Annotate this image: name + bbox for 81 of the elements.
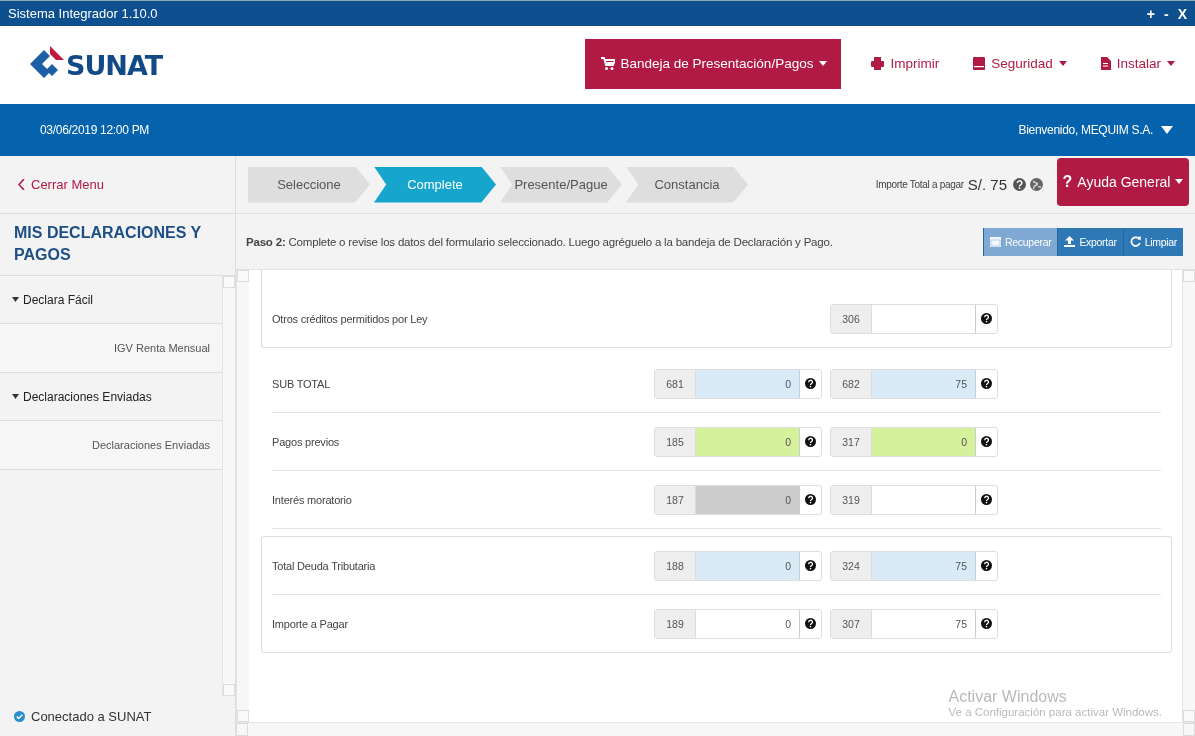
input-field[interactable]: 0 bbox=[696, 551, 800, 580]
input-field[interactable]: 0 bbox=[696, 427, 800, 456]
help-button[interactable]: ? Ayuda General bbox=[1057, 157, 1189, 206]
field-label: Interés moratorio bbox=[272, 493, 353, 506]
field-code: 188 bbox=[655, 551, 696, 580]
connection-status: Conectado a SUNAT bbox=[31, 708, 152, 724]
step-tab[interactable]: Constancia bbox=[626, 166, 748, 203]
scrollbar[interactable] bbox=[1182, 270, 1195, 722]
field-label: Importe a Pagar bbox=[272, 617, 349, 630]
window-control[interactable]: X bbox=[1177, 5, 1187, 22]
date-time: 03/06/2019 12:00 PM bbox=[40, 123, 150, 137]
step-tab[interactable]: Presente/Pague bbox=[500, 166, 622, 203]
menu-button[interactable]: Instalar bbox=[1088, 38, 1187, 89]
sidebar-title: MIS DECLARACIONES Y PAGOS bbox=[0, 214, 235, 276]
field-code: 306 bbox=[831, 304, 872, 333]
file-icon bbox=[1100, 57, 1111, 70]
help-icon[interactable] bbox=[1013, 178, 1026, 191]
close-menu-link[interactable]: Cerrar Menu bbox=[18, 177, 104, 192]
field-code: 187 bbox=[655, 485, 696, 514]
input-field[interactable]: 75 bbox=[872, 551, 976, 580]
input-field[interactable]: 75 bbox=[872, 369, 976, 398]
field-code: 682 bbox=[831, 369, 872, 398]
field-code: 324 bbox=[831, 551, 872, 580]
help-icon[interactable] bbox=[981, 378, 992, 389]
help-icon[interactable] bbox=[981, 560, 992, 571]
help-icon[interactable] bbox=[805, 618, 816, 629]
caret-icon bbox=[819, 61, 828, 66]
help-icon[interactable] bbox=[805, 436, 816, 447]
field-label: Otros créditos permitidos por Ley bbox=[272, 312, 429, 325]
window-title: Sistema Integrador 1.10.0 bbox=[8, 6, 158, 21]
drive-icon bbox=[973, 57, 986, 70]
field-code: 317 bbox=[831, 427, 872, 456]
menu-button[interactable]: Imprimir bbox=[859, 38, 952, 89]
input-field[interactable]: 0 bbox=[696, 369, 800, 398]
chevron-icon bbox=[18, 179, 25, 190]
action-button[interactable]: Limpiar bbox=[1122, 227, 1183, 256]
calendar-icon bbox=[990, 236, 1002, 247]
menu-button[interactable]: Seguridad bbox=[961, 38, 1079, 89]
help-icon[interactable] bbox=[981, 618, 992, 629]
help-icon[interactable] bbox=[981, 494, 992, 505]
menu-button[interactable]: Bandeja de Presentación/Pagos bbox=[584, 38, 842, 89]
action-button[interactable]: Exportar bbox=[1057, 227, 1123, 256]
refresh-icon bbox=[1129, 236, 1141, 247]
field-label: SUB TOTAL bbox=[272, 377, 332, 390]
check-circle-icon bbox=[14, 710, 25, 722]
caret-icon bbox=[1167, 61, 1175, 66]
window-control[interactable]: + bbox=[1146, 5, 1155, 22]
window-control[interactable]: - bbox=[1164, 5, 1169, 22]
caret-icon bbox=[1175, 179, 1184, 184]
activation-text: Ve a Configuración para activar Windows. bbox=[948, 706, 1162, 718]
input-field[interactable]: 0 bbox=[872, 427, 976, 456]
field-code: 319 bbox=[831, 485, 872, 514]
help-icon[interactable] bbox=[981, 313, 992, 324]
cart-icon bbox=[600, 56, 615, 71]
help-icon[interactable] bbox=[981, 436, 992, 447]
field-code: 307 bbox=[831, 609, 872, 638]
caret-icon[interactable] bbox=[1161, 126, 1173, 134]
caret-icon bbox=[12, 297, 19, 302]
field-code: 189 bbox=[655, 609, 696, 638]
field-label: Total Deuda Tributaria bbox=[272, 559, 377, 572]
total-amount: S/. 75 bbox=[967, 176, 1007, 193]
caret-icon bbox=[1058, 61, 1067, 66]
help-icon[interactable] bbox=[805, 560, 816, 571]
total-label: Importe Total a pagar bbox=[875, 179, 964, 190]
instruction-text: Paso 2: Complete o revise los datos del formulario seleccionado. Luego agréguelo a la bandeja de Declaración y Pago. bbox=[246, 235, 833, 248]
step-tab[interactable]: Seleccione bbox=[248, 166, 370, 203]
activation-title: Activar Windows bbox=[948, 688, 1068, 706]
field-label: Pagos previos bbox=[272, 435, 341, 448]
scrollbar[interactable] bbox=[236, 270, 249, 722]
field-code: 681 bbox=[655, 369, 696, 398]
input-field[interactable]: 0 bbox=[696, 485, 800, 514]
field-code: 185 bbox=[655, 427, 696, 456]
caret-icon bbox=[12, 394, 19, 399]
scrollbar[interactable] bbox=[236, 722, 1195, 736]
logo-text: SUNAT bbox=[66, 49, 163, 81]
welcome-user[interactable]: Bienvenido, MEQUIM S.A. bbox=[1018, 123, 1153, 137]
help-icon[interactable] bbox=[805, 494, 816, 505]
help-icon[interactable] bbox=[805, 378, 816, 389]
upload-icon bbox=[1064, 236, 1076, 247]
scrollbar[interactable] bbox=[222, 276, 235, 696]
printer-icon bbox=[871, 57, 885, 70]
